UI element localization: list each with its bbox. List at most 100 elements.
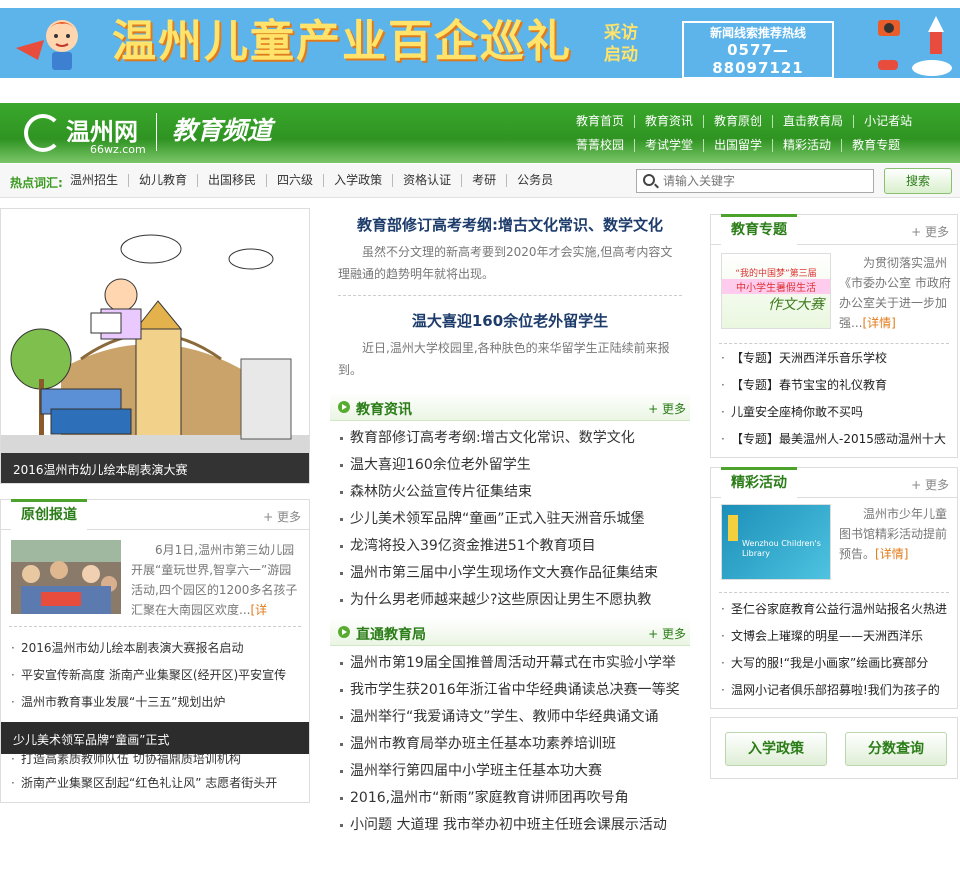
nav-link[interactable]: 菁菁校园: [566, 138, 634, 152]
events-title[interactable]: 精彩活动: [721, 467, 797, 498]
hotword-item[interactable]: 资格认证: [392, 174, 461, 187]
nav-link[interactable]: 精彩活动: [772, 138, 841, 152]
list-item[interactable]: 圣仁谷家庭教育公益行温州站报名火热进: [721, 596, 953, 623]
thumb-text: “我的中国梦”第三届: [735, 269, 817, 279]
list-item[interactable]: 龙湾将投入39亿资金推进51个教育项目: [340, 533, 690, 560]
headline-summary: 近日,温州大学校园里,各种肤色的来华留学生正陆续前来报到。: [338, 341, 670, 377]
hotline-label: 新闻线索推荐热线: [709, 26, 806, 40]
list-item[interactable]: 小问题 大道理 我市举办初中班主任班会课展示活动: [340, 812, 690, 839]
logo-domain: 66wz.com: [90, 143, 146, 156]
center-column: 教育部修订高考考纲:增古文化常识、数学文化 虽然不分文理的新高考要到2020年才…: [330, 208, 690, 839]
original-title[interactable]: 原创报道: [11, 499, 87, 530]
list-item[interactable]: 2016温州市幼儿绘本剧表演大赛报名启动: [11, 635, 301, 662]
nav-link[interactable]: 小记者站: [853, 114, 922, 128]
events-more-link[interactable]: + 更多: [911, 476, 949, 493]
headline-title[interactable]: 温大喜迎160余位老外留学生: [330, 310, 690, 331]
topics-thumbnail[interactable]: “我的中国梦”第三届 中小学生暑假生活 作文大赛: [721, 253, 831, 329]
list-item[interactable]: 森林防火公益宣传片征集结束: [340, 479, 690, 506]
news-more-link[interactable]: + 更多: [648, 400, 686, 417]
list-item[interactable]: 温州市教育事业发展“十三五”规划出炉: [11, 689, 301, 716]
banner-subtitle: 采访启动: [604, 23, 638, 65]
nav-link[interactable]: 教育首页: [566, 114, 634, 128]
list-item[interactable]: 为什么男老师越来越少?这些原因让男生不愿执教: [340, 587, 690, 614]
topics-title[interactable]: 教育专题: [721, 214, 797, 245]
admission-policy-button[interactable]: 入学政策: [725, 732, 827, 766]
original-list: 2016温州市幼儿绘本剧表演大赛报名启动 平安宣传新高度 浙南产业集聚区(经开区…: [11, 635, 301, 716]
events-summary: 温州市少年儿童图书馆精彩活动提前预告。[详情]: [839, 504, 951, 566]
list-item[interactable]: 教育部修订高考考纲:增古文化常识、数学文化: [340, 425, 690, 452]
headline-title[interactable]: 教育部修订高考考纲:增古文化常识、数学文化: [330, 214, 690, 235]
list-item[interactable]: 温网小记者俱乐部招募啦!我们为孩子的: [721, 677, 953, 704]
search-button[interactable]: 搜索: [884, 168, 952, 194]
list-item[interactable]: 温州市第19届全国推普周活动开幕式在市实验小学举: [340, 650, 690, 677]
featured-slide[interactable]: 2016温州市幼儿绘本剧表演大赛: [0, 208, 310, 484]
hotword-item[interactable]: 温州招生: [70, 174, 128, 187]
list-item[interactable]: 打造高素质教师队伍 切协福鼎质培训机构: [11, 748, 301, 770]
hotword-item[interactable]: 考研: [461, 174, 506, 187]
original-header: 原创报道 + 更多: [1, 499, 309, 530]
list-item[interactable]: 温大喜迎160余位老外留学生: [340, 452, 690, 479]
nav-link[interactable]: 出国留学: [703, 138, 772, 152]
channel-nav: 教育首页 教育资讯 教育原创 直击教育局 小记者站 菁菁校园 考试学堂 出国留学…: [566, 109, 946, 157]
nav-link[interactable]: 教育专题: [841, 138, 910, 152]
hotword-item[interactable]: 公务员: [506, 174, 563, 187]
list-item[interactable]: 儿童安全座椅你敢不买吗: [721, 399, 953, 426]
site-logo[interactable]: 温州网 66wz.com: [22, 110, 152, 158]
list-item[interactable]: 少儿美术领军品牌“童画”正式入驻天洲音乐城堡: [340, 506, 690, 533]
list-item[interactable]: 【专题】最美温州人-2015感动温州十大: [721, 426, 953, 453]
list-item[interactable]: 大写的服!“我是小画家”绘画比赛部分: [721, 650, 953, 677]
topics-summary: 为贯彻落实温州《市委办公室 市政府办公室关于进一步加强...[详情]: [839, 253, 951, 333]
logo-name: 温州网: [66, 117, 138, 146]
hotword-item[interactable]: 入学政策: [323, 174, 392, 187]
original-detail-link[interactable]: [详: [250, 603, 267, 617]
search-icon: [643, 174, 655, 186]
nav-link[interactable]: 考试学堂: [634, 138, 703, 152]
list-item[interactable]: 【专题】春节宝宝的礼仪教育: [721, 372, 953, 399]
arrow-icon: [338, 401, 350, 413]
original-thumbnail[interactable]: [11, 540, 121, 614]
list-item[interactable]: 2016,温州市“新雨”家庭教育讲师团再吹号角: [340, 785, 690, 812]
nav-link[interactable]: 教育原创: [703, 114, 772, 128]
list-item[interactable]: 文博会上璀璨的明星——天洲西洋乐: [721, 623, 953, 650]
events-detail-link[interactable]: [详情]: [875, 547, 908, 561]
list-item[interactable]: 温州市教育局举办班主任基本功素养培训班: [340, 731, 690, 758]
hotline-phone-2: 13967757800: [684, 77, 832, 78]
divider: [719, 343, 949, 344]
topics-more-link[interactable]: + 更多: [911, 223, 949, 240]
site-header: 温州网 66wz.com 教育频道 教育首页 教育资讯 教育原创 直击教育局 小…: [0, 103, 960, 163]
list-item[interactable]: 温州举行“我爱诵诗文”学生、教师中华经典诵文诵: [340, 704, 690, 731]
score-query-button[interactable]: 分数查询: [845, 732, 947, 766]
hotword-item[interactable]: 幼儿教育: [128, 174, 197, 187]
bureau-more-link[interactable]: + 更多: [648, 625, 686, 642]
thumb-text: 作文大赛: [768, 297, 824, 313]
events-thumbnail[interactable]: Wenzhou Children's Library: [721, 504, 831, 580]
news-title[interactable]: 教育资讯: [356, 399, 412, 419]
divider: [338, 295, 682, 296]
hotword-item[interactable]: 四六级: [266, 174, 323, 187]
list-item[interactable]: 我市学生获2016年浙江省中华经典诵读总决赛一等奖: [340, 677, 690, 704]
original-more-link[interactable]: + 更多: [263, 508, 301, 525]
thumb-text: Wenzhou Children's Library: [742, 539, 821, 558]
topics-detail-link[interactable]: [详情]: [862, 316, 895, 330]
cartoon-kid-icon: [16, 20, 78, 70]
list-item[interactable]: 温州市第三届中小学生现场作文大赛作品征集结束: [340, 560, 690, 587]
divider: [9, 626, 301, 627]
rocket-camera-icon: [878, 16, 952, 76]
channel-title: 教育频道: [172, 116, 273, 145]
nav-link[interactable]: 直击教育局: [772, 114, 853, 128]
news-list: 教育部修订高考考纲:增古文化常识、数学文化 温大喜迎160余位老外留学生 森林防…: [330, 421, 690, 614]
hotword-item[interactable]: 出国移民: [197, 174, 266, 187]
list-item[interactable]: 浙南产业集聚区刮起“红色礼让风” 志愿者街头开: [11, 770, 301, 797]
list-item[interactable]: 温州举行第四届中小学班主任基本功大赛: [340, 758, 690, 785]
hotword-label: 热点词汇:: [10, 176, 63, 190]
search-box: [636, 169, 874, 193]
topics-panel: 教育专题 + 更多 “我的中国梦”第三届 中小学生暑假生活 作文大赛 为贯彻落实…: [710, 214, 958, 458]
top-banner-ad[interactable]: 温州儿童产业百企巡礼 采访启动 新闻线索推荐热线 0577—88097121 1…: [0, 8, 960, 78]
bureau-list: 温州市第19届全国推普周活动开幕式在市实验小学举 我市学生获2016年浙江省中华…: [330, 646, 690, 839]
search-input[interactable]: [663, 172, 863, 190]
list-item[interactable]: 平安宣传新高度 浙南产业集聚区(经开区)平安宣传: [11, 662, 301, 689]
featured-caption[interactable]: 2016温州市幼儿绘本剧表演大赛: [1, 453, 309, 483]
nav-link[interactable]: 教育资讯: [634, 114, 703, 128]
list-item[interactable]: 【专题】天洲西洋乐音乐学校: [721, 345, 953, 372]
bureau-title[interactable]: 直通教育局: [356, 624, 426, 644]
